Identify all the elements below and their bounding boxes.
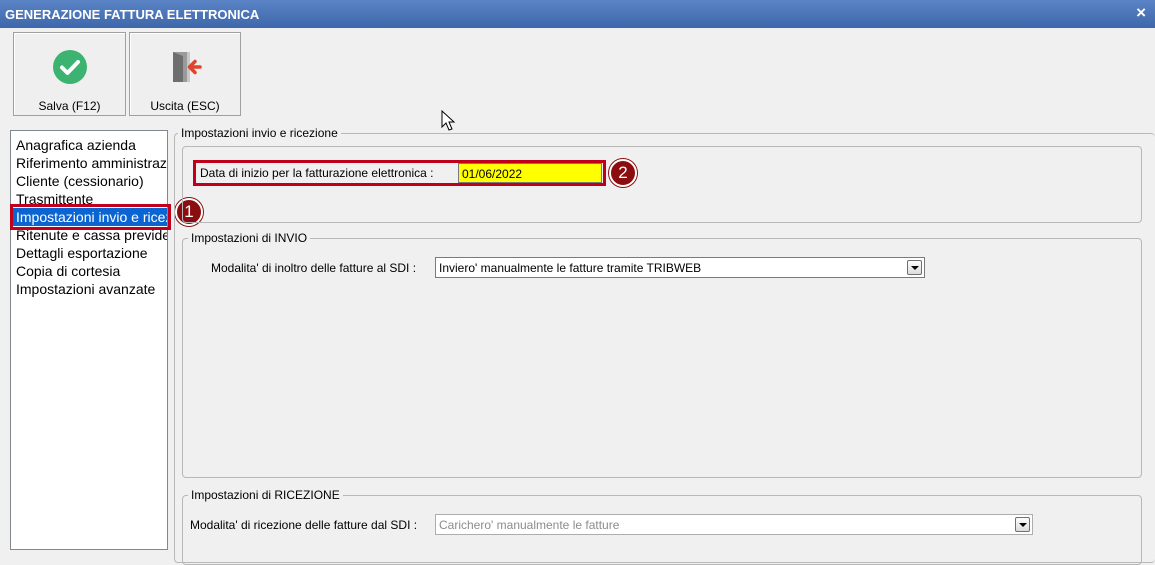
sidebar-item-dettagli-esportazione[interactable]: Dettagli esportazione <box>16 244 148 262</box>
receive-mode-dropdown[interactable]: Carichero' manualmente le fatture <box>435 514 1033 535</box>
send-mode-dropdown[interactable]: Inviero' manualmente le fatture tramite … <box>435 257 925 278</box>
send-settings-title: Impostazioni di INVIO <box>188 231 311 245</box>
save-button-label: Salva (F12) <box>38 99 101 113</box>
chevron-down-icon[interactable] <box>907 260 922 275</box>
send-mode-label: Modalita' di inoltro delle fatture al SD… <box>211 261 417 275</box>
window-titlebar: GENERAZIONE FATTURA ELETTRONICA × <box>0 0 1155 28</box>
sidebar-item-riferimento-amministrazione[interactable]: Riferimento amministrazione <box>16 154 167 172</box>
section-list[interactable]: Anagrafica azienda Riferimento amministr… <box>10 130 168 550</box>
sidebar-item-cliente[interactable]: Cliente (cessionario) <box>16 172 144 190</box>
receive-mode-value: Carichero' manualmente le fatture <box>439 518 620 532</box>
sidebar-item-impostazioni-avanzate[interactable]: Impostazioni avanzate <box>16 280 155 298</box>
close-icon[interactable]: × <box>1136 3 1146 23</box>
window-title: GENERAZIONE FATTURA ELETTRONICA <box>5 7 260 22</box>
start-date-label: Data di inizio per la fatturazione elett… <box>200 166 434 180</box>
highlight-box-1 <box>10 204 171 230</box>
door-exit-icon <box>173 52 202 82</box>
exit-button[interactable]: Uscita (ESC) <box>129 32 241 116</box>
exit-button-label: Uscita (ESC) <box>150 99 220 113</box>
chevron-down-icon[interactable] <box>1015 517 1030 532</box>
mouse-pointer-icon <box>441 110 456 131</box>
receive-mode-label: Modalita' di ricezione delle fatture dal… <box>190 518 418 532</box>
annotation-marker-2: 2 <box>609 159 637 187</box>
check-circle-icon <box>52 50 87 84</box>
start-date-field[interactable]: 01/06/2022 <box>458 163 602 183</box>
sidebar-item-copia-cortesia[interactable]: Copia di cortesia <box>16 262 120 280</box>
receive-settings-title: Impostazioni di RICEZIONE <box>188 488 343 502</box>
sidebar-item-anagrafica-azienda[interactable]: Anagrafica azienda <box>16 136 136 154</box>
send-mode-value: Inviero' manualmente le fatture tramite … <box>439 261 702 275</box>
save-button[interactable]: Salva (F12) <box>13 32 126 116</box>
general-settings-title: Impostazioni invio e ricezione <box>178 126 341 140</box>
